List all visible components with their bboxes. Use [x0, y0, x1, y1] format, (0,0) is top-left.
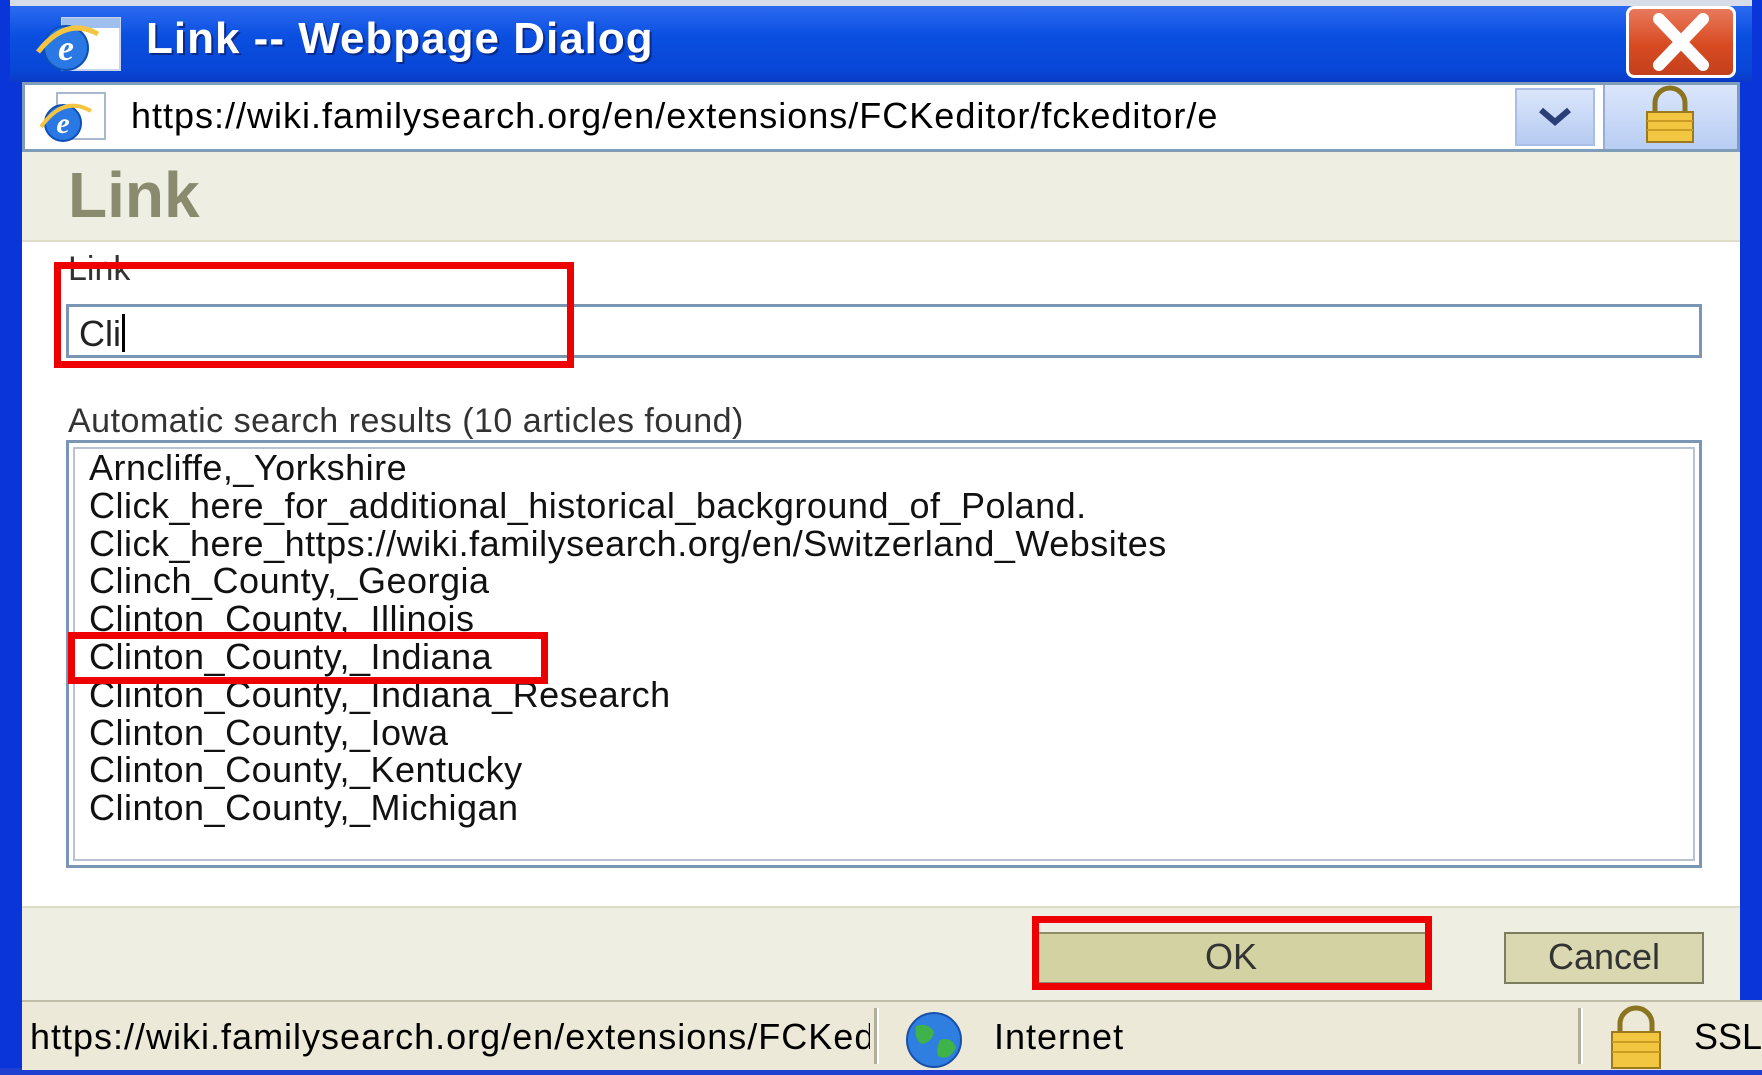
ie-icon: e	[32, 12, 124, 76]
list-item[interactable]: Click_here_https://wiki.familysearch.org…	[75, 524, 1693, 563]
list-item[interactable]: Arncliffe,_Yorkshire	[75, 449, 1693, 487]
status-url: https://wiki.familysearch.org/en/extensi…	[30, 1016, 870, 1057]
list-item[interactable]: Clinch_County,_Georgia	[75, 562, 1693, 600]
security-zone: Internet	[994, 1016, 1125, 1057]
list-item[interactable]: Clinton_County,_Indiana_Research	[75, 675, 1693, 714]
list-item[interactable]: Clinton_County,_Kentucky	[75, 751, 1693, 789]
security-lock-button[interactable]	[1603, 85, 1737, 149]
cancel-button[interactable]: Cancel	[1504, 932, 1704, 984]
ie-icon: e	[35, 89, 109, 147]
link-input[interactable]: Cli	[66, 304, 1702, 358]
search-results-label: Automatic search results (10 articles fo…	[68, 402, 744, 440]
address-bar: e https://wiki.familysearch.org/en/exten…	[22, 82, 1740, 152]
link-field-label: Link	[68, 250, 131, 288]
list-item[interactable]: Click_here_for_additional_historical_bac…	[75, 486, 1693, 525]
window-frame-left	[0, 0, 22, 1068]
link-dialog: Link Link Cli Automatic search results (…	[22, 152, 1740, 1002]
ok-button[interactable]: OK	[1032, 932, 1430, 984]
title-bar[interactable]: e Link -- Webpage Dialog	[10, 0, 1752, 82]
text-caret	[122, 314, 125, 352]
address-url[interactable]: https://wiki.familysearch.org/en/extensi…	[131, 95, 1531, 137]
window-title: Link -- Webpage Dialog	[146, 14, 654, 63]
ssl-indicator: SSL	[1694, 1016, 1762, 1057]
window-frame-right	[1740, 82, 1762, 1000]
link-input-value: Cli	[79, 313, 121, 354]
address-dropdown-button[interactable]	[1515, 88, 1595, 146]
list-item[interactable]: Clinton_County,_Iowa	[75, 713, 1693, 752]
search-results-inner: Arncliffe,_Yorkshire Click_here_for_addi…	[73, 447, 1695, 861]
list-item-selected[interactable]: Clinton_County,_Indiana	[75, 638, 1693, 676]
close-button[interactable]	[1626, 6, 1736, 78]
dialog-window: e Link -- Webpage Dialog e https://wiki.…	[0, 0, 1762, 1070]
list-item[interactable]: Clinton_County,_Michigan	[75, 789, 1693, 827]
status-divider	[874, 1008, 879, 1064]
dialog-footer: OK Cancel	[22, 906, 1740, 1002]
chevron-down-icon	[1539, 107, 1571, 126]
status-bar: https://wiki.familysearch.org/en/extensi…	[22, 1000, 1762, 1070]
status-divider	[1578, 1008, 1583, 1064]
lock-icon	[1646, 85, 1694, 143]
lock-icon	[1596, 1004, 1676, 1070]
list-item[interactable]: Clinton_County,_Illinois	[75, 600, 1693, 638]
close-icon	[1653, 13, 1709, 71]
dialog-header: Link	[22, 152, 1740, 242]
dialog-content: Link Cli Automatic search results (10 ar…	[22, 242, 1740, 906]
dialog-heading: Link	[68, 159, 200, 231]
search-results-list[interactable]: Arncliffe,_Yorkshire Click_here_for_addi…	[66, 440, 1702, 868]
globe-icon	[894, 1010, 974, 1070]
